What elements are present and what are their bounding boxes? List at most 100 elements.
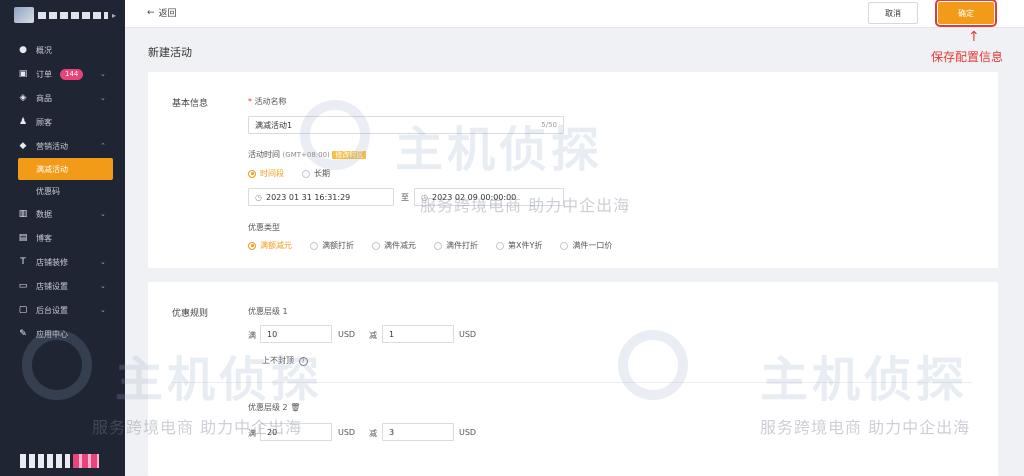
topbar: ← 返回 取消 确定 xyxy=(125,0,1024,28)
help-icon[interactable]: ? xyxy=(298,357,308,366)
sidebar-subitem-full-reduction[interactable]: 满减活动 xyxy=(18,158,113,180)
tier-2-label: 优惠层级 2 🗑 xyxy=(248,402,300,413)
orders-icon: ▣ xyxy=(18,69,28,79)
tier-2-discount-input[interactable]: 3 xyxy=(382,423,454,441)
activity-name-value: 满减活动1 xyxy=(255,120,293,130)
sidebar-item-orders[interactable]: ▣ 订单 144 ⌄ xyxy=(0,62,125,86)
annotation-arrow-icon: ↑ xyxy=(968,29,980,45)
tier-2-minus-label: 减 xyxy=(369,429,377,438)
radio-bundle-price[interactable]: 满件一口价 xyxy=(560,240,612,251)
discount-type-radio-group: 满额减元 满额打折 满件减元 满件打折 第X件Y折 满件一口价 xyxy=(248,240,630,251)
no-cap-checkbox[interactable]: 上不封顶 ? xyxy=(262,355,308,366)
end-time-input[interactable]: ◷ 2023 02 09 00:00:00 xyxy=(414,188,564,206)
user-icon: ♟ xyxy=(18,117,28,127)
blog-icon: ▤ xyxy=(18,233,28,243)
end-time-value: 2023 02 09 00:00:00 xyxy=(431,192,517,202)
tier-2-threshold-value: 20 xyxy=(267,427,278,437)
tier-1-discount-input[interactable]: 1 xyxy=(382,325,454,343)
sidebar-item-customers[interactable]: ♟ 顾客 xyxy=(0,110,125,134)
tier-1-label: 优惠层级 1 xyxy=(248,307,288,316)
radio-dot xyxy=(302,169,310,178)
sidebar-item-data[interactable]: ▥ 数据 ⌄ xyxy=(0,202,125,226)
sidebar-item-label: 博客 xyxy=(36,233,52,243)
radio-label: 满件减元 xyxy=(384,241,416,250)
no-cap-label: 上不封顶 xyxy=(262,356,294,365)
radio-dot xyxy=(496,241,504,250)
tag-icon: ◆ xyxy=(19,141,27,151)
tier-1-discount-currency: USD xyxy=(459,330,477,339)
trash-icon[interactable]: 🗑 xyxy=(290,403,300,412)
sidebar: ▸ ● 概况 ▣ 订单 144 ⌄ ◈ 商品 ⌄ ♟ 顾客 ◆ 营销活动 ⌃ 满… xyxy=(0,0,125,476)
chevron-up-icon: ⌃ xyxy=(100,142,106,150)
dashboard-icon: ● xyxy=(19,45,27,55)
radio-label: 满额打折 xyxy=(322,241,354,250)
sidebar-item-label: 顾客 xyxy=(36,117,52,127)
account-name-obscured xyxy=(20,454,70,468)
sidebar-item-label: 营销活动 xyxy=(36,141,68,151)
radio-qty-percent[interactable]: 满件打折 xyxy=(434,240,478,251)
chevron-down-icon: ⌄ xyxy=(100,210,106,218)
radio-dot xyxy=(248,169,256,178)
radio-amount-off[interactable]: 满额减元 xyxy=(248,240,292,251)
chevron-right-icon: ▸ xyxy=(112,10,117,20)
radio-amount-percent[interactable]: 满额打折 xyxy=(310,240,354,251)
radio-nth-item[interactable]: 第X件Y折 xyxy=(496,240,542,251)
tier-1-threshold-input[interactable]: 10 xyxy=(260,325,332,343)
products-icon: ◈ xyxy=(19,93,27,103)
chevron-down-icon: ⌄ xyxy=(100,94,106,102)
sidebar-item-overview[interactable]: ● 概况 xyxy=(0,38,125,62)
section-title-rules: 优惠规则 xyxy=(172,309,209,319)
time-mode-radio-group: 时间段 长期 xyxy=(248,168,348,179)
radio-qty-amount[interactable]: 满件减元 xyxy=(372,240,416,251)
account-info-obscured[interactable] xyxy=(20,454,99,468)
page-title: 新建活动 xyxy=(148,46,192,59)
back-link[interactable]: ← 返回 xyxy=(147,6,177,20)
basic-info-card: 基本信息 * 活动名称 满减活动1 5/50 活动时间 (GMT+08:00) … xyxy=(148,72,998,268)
change-timezone-link[interactable]: 修改时区 xyxy=(332,151,367,159)
radio-dot xyxy=(248,241,256,250)
annotation-text: 保存配置信息 xyxy=(931,50,1004,64)
sidebar-subitem-coupon[interactable]: 优惠码 xyxy=(0,180,125,202)
clock-icon: ◷ xyxy=(421,192,428,202)
sidebar-item-store-design[interactable]: T 店铺装修 ⌄ xyxy=(0,250,125,274)
tier-2-threshold-currency: USD xyxy=(338,428,356,437)
timezone-text: (GMT+08:00) xyxy=(282,151,330,159)
sidebar-item-label: 数据 xyxy=(36,209,52,219)
chevron-down-icon: ⌄ xyxy=(100,258,106,266)
sidebar-item-store-settings[interactable]: ▭ 店铺设置 ⌄ xyxy=(0,274,125,298)
radio-dot xyxy=(434,241,442,250)
sidebar-item-blog[interactable]: ▤ 博客 xyxy=(0,226,125,250)
cancel-button[interactable]: 取消 xyxy=(868,2,918,24)
radio-label: 满件打折 xyxy=(446,241,478,250)
back-label: 返回 xyxy=(158,9,177,19)
activity-name-input[interactable]: 满减活动1 5/50 xyxy=(248,116,564,134)
sidebar-item-marketing[interactable]: ◆ 营销活动 ⌃ xyxy=(0,134,125,158)
radio-dot xyxy=(372,241,380,250)
sidebar-item-admin-settings[interactable]: ▢ 后台设置 ⌄ xyxy=(0,298,125,322)
tier-1-threshold-value: 10 xyxy=(267,329,278,339)
char-counter: 5/50 xyxy=(541,121,557,129)
brand[interactable]: ▸ xyxy=(0,0,125,30)
radio-long-term[interactable]: 长期 xyxy=(302,168,330,179)
radio-time-range[interactable]: 时间段 xyxy=(248,168,284,179)
sidebar-nav: ● 概况 ▣ 订单 144 ⌄ ◈ 商品 ⌄ ♟ 顾客 ◆ 营销活动 ⌃ 满减活… xyxy=(0,38,125,346)
sidebar-item-label: 后台设置 xyxy=(36,305,68,315)
sidebar-item-app-center[interactable]: ✎ 应用中心 xyxy=(0,322,125,346)
tier-2-discount-currency: USD xyxy=(459,428,477,437)
sidebar-item-label: 店铺设置 xyxy=(36,281,68,291)
section-title-basic: 基本信息 xyxy=(172,99,209,109)
chevron-down-icon: ⌄ xyxy=(100,306,106,314)
sidebar-item-products[interactable]: ◈ 商品 ⌄ xyxy=(0,86,125,110)
store-logo xyxy=(14,7,34,23)
tier-2-threshold-input[interactable]: 20 xyxy=(260,423,332,441)
brush-icon: T xyxy=(20,257,26,267)
start-time-input[interactable]: ◷ 2023 01 31 16:31:29 xyxy=(248,188,394,206)
chevron-down-icon: ⌄ xyxy=(100,282,106,290)
confirm-button[interactable]: 确定 xyxy=(935,0,997,27)
activity-name-label-text: 活动名称 xyxy=(254,97,287,106)
radio-dot xyxy=(310,241,318,250)
radio-label: 第X件Y折 xyxy=(508,241,543,250)
sidebar-item-label: 商品 xyxy=(36,93,52,103)
orders-count-badge: 144 xyxy=(60,68,84,80)
radio-label: 长期 xyxy=(314,169,330,178)
